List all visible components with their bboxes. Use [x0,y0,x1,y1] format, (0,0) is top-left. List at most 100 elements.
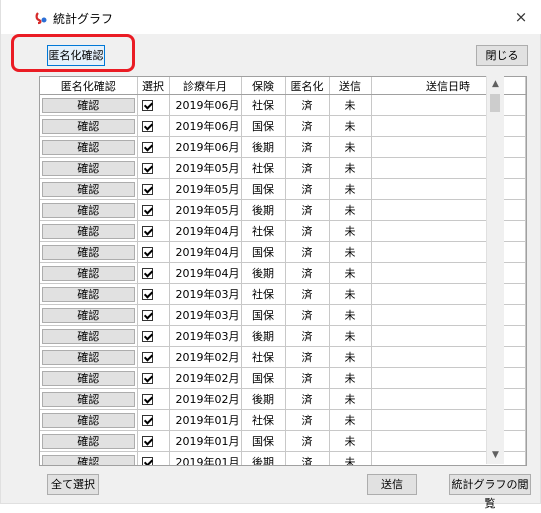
confirm-button[interactable]: 確認 [42,160,135,176]
column-header[interactable]: 匿名化 [285,77,330,95]
column-header[interactable]: 保険 [241,77,286,95]
sent-status-cell: 未 [329,388,372,410]
select-checkbox[interactable] [141,436,153,447]
sent-status-cell: 未 [329,115,372,137]
statistics-graph-window: 統計グラフ × 匿名化確認 閉じる 匿名化確認 選択 診療年月 保険 匿名化 送… [0,0,541,510]
confirm-button[interactable]: 確認 [42,286,135,302]
confirm-button[interactable]: 確認 [42,202,135,218]
confirm-cell: 確認 [40,241,138,263]
table-row[interactable]: 確認 2019年06月 国保済未 [40,115,526,137]
confirm-button[interactable]: 確認 [42,328,135,344]
select-checkbox[interactable] [141,268,153,279]
treatment-month-cell: 2019年02月 [169,388,242,410]
select-checkbox[interactable] [141,205,153,216]
confirm-button[interactable]: 確認 [42,265,135,281]
confirm-button[interactable]: 確認 [42,307,135,323]
select-checkbox[interactable] [141,121,153,132]
confirm-cell: 確認 [40,136,138,158]
treatment-month-cell: 2019年05月 [169,178,242,200]
select-checkbox[interactable] [141,226,153,237]
select-checkbox[interactable] [141,247,153,258]
table-row[interactable]: 確認 2019年03月 後期済未 [40,325,526,347]
table-row[interactable]: 確認 2019年03月 国保済未 [40,304,526,326]
table-row[interactable]: 確認 2019年05月 後期済未 [40,199,526,221]
select-all-button[interactable]: 全て選択 [47,474,99,495]
confirm-cell: 確認 [40,115,138,137]
select-checkbox[interactable] [141,394,153,405]
table-header-row: 匿名化確認 選択 診療年月 保険 匿名化 送信 送信日時 [40,77,526,95]
scroll-down-icon[interactable]: ▼ [487,447,504,464]
table-row[interactable]: 確認 2019年03月 社保済未 [40,283,526,305]
anonymized-cell: 済 [285,346,330,368]
table-row[interactable]: 確認 2019年01月 社保済未 [40,409,526,431]
table-row[interactable]: 確認 2019年02月 国保済未 [40,367,526,389]
data-grid: 匿名化確認 選択 診療年月 保険 匿名化 送信 送信日時 確認 2019年06月社… [39,76,527,466]
select-checkbox[interactable] [141,352,153,363]
confirm-button[interactable]: 確認 [42,139,135,155]
table-row[interactable]: 確認 2019年02月 後期済未 [40,388,526,410]
select-checkbox[interactable] [141,184,153,195]
table-row[interactable]: 確認 2019年04月 後期済未 [40,262,526,284]
insurance-cell: 社保 [241,94,286,116]
confirm-button[interactable]: 確認 [42,118,135,134]
select-checkbox[interactable] [141,457,153,465]
close-button[interactable]: 閉じる [476,45,528,66]
table-row[interactable]: 確認 2019年01月 国保済未 [40,430,526,452]
confirm-cell: 確認 [40,199,138,221]
confirm-button[interactable]: 確認 [42,412,135,428]
confirm-button[interactable]: 確認 [42,454,135,465]
confirm-button[interactable]: 確認 [42,370,135,386]
view-statistics-graph-button[interactable]: 統計グラフの閲覧 [449,474,531,510]
select-cell [137,430,170,452]
scroll-thumb[interactable] [490,94,500,112]
anonymized-cell: 済 [285,283,330,305]
send-button[interactable]: 送信 [367,474,417,495]
select-checkbox[interactable] [141,289,153,300]
vertical-scrollbar[interactable]: ▲ ▼ [486,76,504,464]
select-checkbox[interactable] [141,310,153,321]
confirm-button[interactable]: 確認 [42,223,135,239]
select-checkbox[interactable] [141,100,153,111]
window-title: 統計グラフ [53,12,114,26]
select-cell [137,304,170,326]
treatment-month-cell: 2019年06月 [169,136,242,158]
table-row[interactable]: 確認 2019年04月 国保済未 [40,241,526,263]
anonymized-cell: 済 [285,136,330,158]
select-checkbox[interactable] [141,415,153,426]
confirm-button[interactable]: 確認 [42,181,135,197]
close-icon[interactable]: × [508,6,534,28]
select-cell [137,199,170,221]
column-header[interactable]: 送信 [329,77,372,95]
anonymized-cell: 済 [285,157,330,179]
select-cell [137,241,170,263]
confirm-button[interactable]: 確認 [42,391,135,407]
confirm-button[interactable]: 確認 [42,97,135,113]
table-row[interactable]: 確認 2019年02月 社保済未 [40,346,526,368]
scroll-up-icon[interactable]: ▲ [487,76,504,93]
select-checkbox[interactable] [141,373,153,384]
column-header[interactable]: 匿名化確認 [40,77,138,95]
select-checkbox[interactable] [141,142,153,153]
confirm-cell: 確認 [40,346,138,368]
confirm-button[interactable]: 確認 [42,433,135,449]
confirm-cell: 確認 [40,220,138,242]
anonymized-cell: 済 [285,304,330,326]
table-row[interactable]: 確認 2019年01月 後期済未 [40,451,526,465]
anonymized-cell: 済 [285,451,330,465]
select-checkbox[interactable] [141,331,153,342]
table-row[interactable]: 確認 2019年05月 社保済未 [40,157,526,179]
table-row[interactable]: 確認 2019年05月 国保済未 [40,178,526,200]
select-checkbox[interactable] [141,163,153,174]
column-header[interactable]: 選択 [137,77,170,95]
confirm-cell: 確認 [40,430,138,452]
column-header[interactable]: 診療年月 [169,77,242,95]
table-row[interactable]: 確認 2019年06月 社保済未 [40,94,526,116]
anonymized-cell: 済 [285,220,330,242]
insurance-cell: 社保 [241,157,286,179]
table-row[interactable]: 確認 2019年04月 社保済未 [40,220,526,242]
confirm-button[interactable]: 確認 [42,244,135,260]
treatment-month-cell: 2019年04月 [169,220,242,242]
confirm-cell: 確認 [40,94,138,116]
table-row[interactable]: 確認 2019年06月 後期済未 [40,136,526,158]
confirm-button[interactable]: 確認 [42,349,135,365]
